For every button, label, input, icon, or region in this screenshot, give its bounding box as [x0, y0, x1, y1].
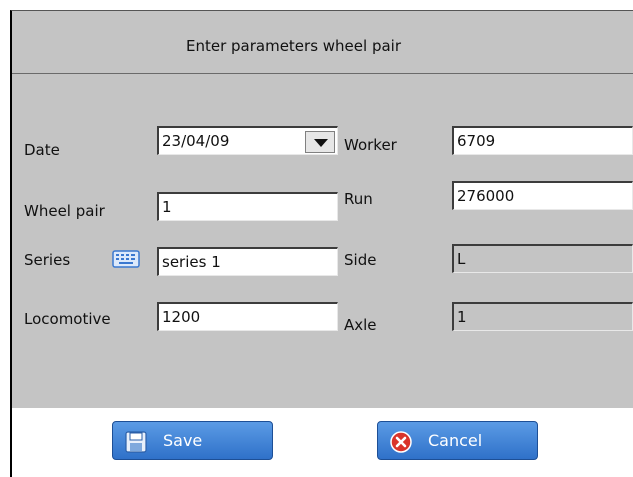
- dialog-title: Enter parameters wheel pair: [185, 37, 402, 55]
- wheel-pair-input[interactable]: 1: [157, 192, 338, 221]
- chevron-down-icon[interactable]: [305, 131, 335, 153]
- window-border: [10, 408, 12, 477]
- side-label: Side: [344, 251, 377, 269]
- worker-input[interactable]: 6709: [452, 126, 633, 155]
- series-input[interactable]: series 1: [157, 247, 338, 276]
- date-label: Date: [24, 141, 60, 159]
- locomotive-label: Locomotive: [24, 310, 111, 328]
- run-input[interactable]: 276000: [452, 181, 633, 210]
- run-label: Run: [344, 190, 373, 208]
- axle-field: 1: [452, 302, 633, 331]
- cancel-button[interactable]: Cancel: [377, 421, 538, 460]
- close-circle-icon: [390, 431, 412, 453]
- date-value: 23/04/09: [162, 132, 230, 150]
- side-field: L: [452, 244, 633, 273]
- locomotive-input[interactable]: 1200: [157, 302, 338, 331]
- floppy-disk-icon: [125, 431, 147, 453]
- series-label: Series: [24, 251, 71, 269]
- dialog-header: Enter parameters wheel pair: [12, 11, 633, 74]
- axle-label: Axle: [344, 316, 377, 334]
- cancel-label: Cancel: [428, 431, 483, 450]
- date-dropdown[interactable]: 23/04/09: [157, 126, 338, 155]
- save-label: Save: [163, 431, 203, 450]
- worker-label: Worker: [344, 136, 397, 154]
- save-button[interactable]: Save: [112, 421, 273, 460]
- keyboard-icon[interactable]: [112, 249, 140, 269]
- wheel-pair-label: Wheel pair: [24, 202, 105, 220]
